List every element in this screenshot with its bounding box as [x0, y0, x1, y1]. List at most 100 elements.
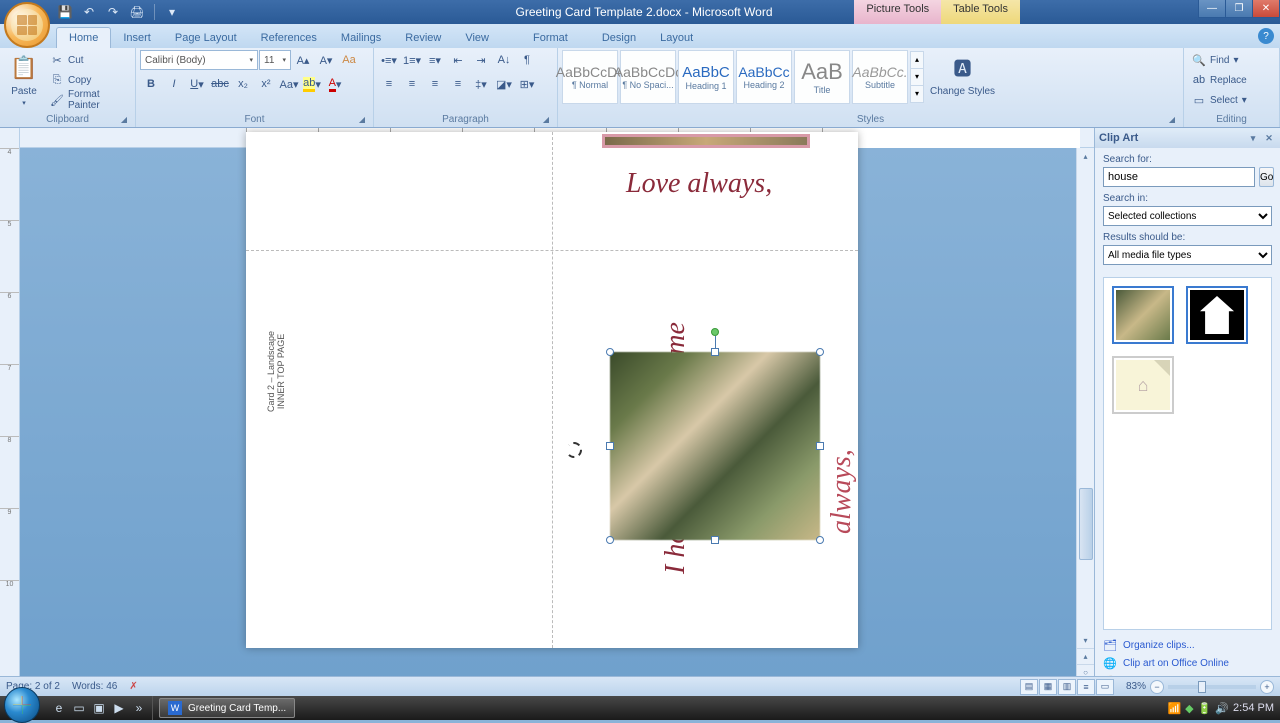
align-center-button[interactable]: ≡: [401, 74, 423, 94]
align-left-button[interactable]: ≡: [378, 74, 400, 94]
ql-desktop-icon[interactable]: ▭: [70, 699, 88, 717]
superscript-button[interactable]: x²: [255, 74, 277, 94]
clipart-result-2[interactable]: [1186, 286, 1248, 344]
shrink-font-button[interactable]: A▾: [315, 50, 337, 70]
strike-button[interactable]: abc: [209, 74, 231, 94]
tab-design[interactable]: Design: [590, 28, 648, 48]
scroll-thumb[interactable]: [1079, 488, 1093, 560]
copy-button[interactable]: ⎘Copy: [46, 70, 131, 90]
maximize-button[interactable]: ❐: [1225, 0, 1253, 18]
zoom-out-button[interactable]: −: [1150, 680, 1164, 694]
tray-volume-icon[interactable]: 🔊: [1215, 702, 1229, 715]
tab-view[interactable]: View: [453, 28, 501, 48]
zoom-in-button[interactable]: +: [1260, 680, 1274, 694]
clipboard-launcher[interactable]: ◢: [119, 115, 129, 125]
view-draft-button[interactable]: ▭: [1096, 679, 1114, 695]
increase-indent-button[interactable]: ⇥: [470, 50, 492, 70]
multilevel-button[interactable]: ≡▾: [424, 50, 446, 70]
font-size-combo[interactable]: 11▾: [259, 50, 291, 70]
font-color-button[interactable]: A▾: [324, 74, 346, 94]
taskbar-word-button[interactable]: W Greeting Card Temp...: [159, 698, 295, 718]
help-button[interactable]: ?: [1258, 28, 1274, 44]
ql-folders-icon[interactable]: ▣: [90, 699, 108, 717]
view-fullscreen-button[interactable]: ▦: [1039, 679, 1057, 695]
tab-format[interactable]: Format: [521, 28, 580, 48]
vertical-ruler[interactable]: 45678910: [0, 128, 20, 696]
pane-menu-button[interactable]: ▾: [1246, 131, 1260, 145]
style-title[interactable]: AaBTitle: [794, 50, 850, 104]
view-web-button[interactable]: ▥: [1058, 679, 1076, 695]
tray-network-icon[interactable]: 📶: [1167, 702, 1181, 715]
rotation-handle[interactable]: [711, 328, 719, 336]
clipart-online-link[interactable]: 🌐Clip art on Office Online: [1103, 654, 1272, 672]
ql-more-icon[interactable]: »: [130, 699, 148, 717]
text-love-always-top[interactable]: Love always,: [626, 168, 772, 200]
style-subtitle[interactable]: AaBbCc.Subtitle: [852, 50, 908, 104]
search-for-input[interactable]: [1103, 167, 1255, 187]
zoom-slider[interactable]: [1168, 685, 1256, 689]
qat-undo-icon[interactable]: ↶: [80, 3, 98, 21]
resize-handle-bl[interactable]: [606, 536, 614, 544]
styles-scroll-up[interactable]: ▴: [910, 51, 924, 69]
paste-dropdown-icon[interactable]: ▾: [22, 99, 26, 107]
qat-redo-icon[interactable]: ↷: [104, 3, 122, 21]
find-button[interactable]: 🔍Find▾: [1188, 50, 1251, 70]
office-button[interactable]: [4, 2, 50, 48]
organize-clips-link[interactable]: 🗂Organize clips...: [1103, 636, 1272, 654]
line-spacing-button[interactable]: ‡▾: [470, 74, 492, 94]
replace-button[interactable]: abReplace: [1188, 70, 1251, 90]
resize-handle-r[interactable]: [816, 442, 824, 450]
clear-formatting-button[interactable]: Aa: [338, 50, 360, 70]
qat-print-icon[interactable]: 🖨: [128, 3, 146, 21]
selected-clipart-image[interactable]: [610, 352, 820, 540]
show-marks-button[interactable]: ¶: [516, 50, 538, 70]
justify-button[interactable]: ≡: [447, 74, 469, 94]
zoom-level[interactable]: 83%: [1126, 681, 1146, 692]
search-in-select[interactable]: Selected collections: [1103, 206, 1272, 226]
inserted-image-top[interactable]: [602, 134, 810, 148]
ql-media-icon[interactable]: ▶: [110, 699, 128, 717]
style-nospacing[interactable]: AaBbCcDc¶ No Spaci...: [620, 50, 676, 104]
resize-handle-l[interactable]: [606, 442, 614, 450]
style-heading2[interactable]: AaBbCcHeading 2: [736, 50, 792, 104]
tab-home[interactable]: Home: [56, 27, 111, 48]
resize-handle-t[interactable]: [711, 348, 719, 356]
styles-scroll-down[interactable]: ▾: [910, 68, 924, 86]
resize-handle-br[interactable]: [816, 536, 824, 544]
underline-button[interactable]: U▾: [186, 74, 208, 94]
decrease-indent-button[interactable]: ⇤: [447, 50, 469, 70]
pane-close-button[interactable]: ✕: [1262, 131, 1276, 145]
subscript-button[interactable]: x₂: [232, 74, 254, 94]
grow-font-button[interactable]: A▴: [292, 50, 314, 70]
clipart-result-3[interactable]: [1112, 356, 1174, 414]
font-name-combo[interactable]: Calibri (Body)▾: [140, 50, 258, 70]
bullets-button[interactable]: •≡▾: [378, 50, 400, 70]
sort-button[interactable]: A↓: [493, 50, 515, 70]
font-launcher[interactable]: ◢: [357, 115, 367, 125]
italic-button[interactable]: I: [163, 74, 185, 94]
qat-save-icon[interactable]: 💾: [56, 3, 74, 21]
tray-battery-icon[interactable]: 🔋: [1198, 702, 1212, 715]
tab-insert[interactable]: Insert: [111, 28, 163, 48]
tray-shield-icon[interactable]: ◆: [1185, 702, 1193, 715]
tab-layout[interactable]: Layout: [648, 28, 705, 48]
tab-pagelayout[interactable]: Page Layout: [163, 28, 249, 48]
paragraph-launcher[interactable]: ◢: [541, 115, 551, 125]
scroll-down-button[interactable]: ▾: [1077, 632, 1094, 648]
go-button[interactable]: Go: [1259, 167, 1274, 187]
status-words[interactable]: Words: 46: [72, 681, 117, 692]
clipart-result-1[interactable]: [1112, 286, 1174, 344]
tab-review[interactable]: Review: [393, 28, 453, 48]
paste-button[interactable]: 📋 Paste ▾: [4, 50, 44, 109]
scroll-up-button[interactable]: ▴: [1077, 148, 1094, 164]
qat-customize-icon[interactable]: ▾: [163, 3, 181, 21]
close-button[interactable]: ✕: [1252, 0, 1280, 18]
cut-button[interactable]: ✂Cut: [46, 50, 131, 70]
zoom-slider-thumb[interactable]: [1198, 681, 1206, 693]
select-button[interactable]: ▭Select▾: [1188, 90, 1251, 110]
style-normal[interactable]: AaBbCcDc¶ Normal: [562, 50, 618, 104]
document-page[interactable]: Love always, Card 2 – Landscape INNER TO…: [246, 132, 858, 648]
change-case-button[interactable]: Aa▾: [278, 74, 300, 94]
start-button[interactable]: [4, 687, 40, 723]
prev-page-button[interactable]: ▴: [1077, 648, 1094, 664]
